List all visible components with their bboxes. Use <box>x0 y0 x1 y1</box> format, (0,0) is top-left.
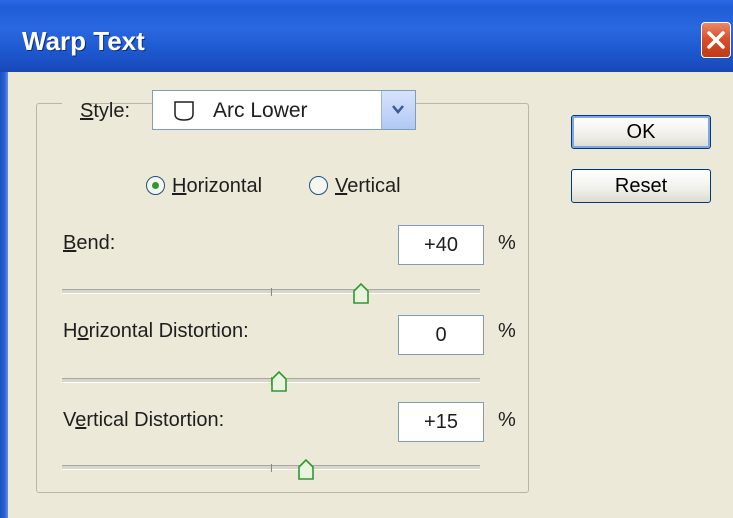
style-dropdown[interactable]: Arc Lower <box>152 90 416 130</box>
horizontal-radio-label: Horizontal <box>172 175 263 197</box>
bend-slider[interactable] <box>62 288 480 296</box>
ok-button[interactable]: OK <box>571 115 711 149</box>
close-button[interactable] <box>701 22 731 58</box>
vertical-radio-label: Vertical <box>335 175 401 197</box>
bend-slider-thumb[interactable] <box>352 283 370 305</box>
close-icon <box>707 31 725 49</box>
bend-label: Bend: <box>63 232 116 254</box>
horizontal-distortion-slider-thumb[interactable] <box>270 371 288 393</box>
style-label: Style: <box>80 100 131 122</box>
horizontal-distortion-unit: % <box>498 320 516 342</box>
slider-center-tick <box>271 464 272 472</box>
arc-lower-shape-icon <box>174 101 194 121</box>
vertical-distortion-slider-thumb[interactable] <box>297 459 315 481</box>
horizontal-distortion-label: Horizontal Distortion: <box>63 320 249 342</box>
vertical-distortion-slider[interactable] <box>62 464 480 472</box>
horizontal-radio-circle[interactable] <box>146 176 165 195</box>
bend-input[interactable]: +40 <box>398 225 484 265</box>
dialog-title: Warp Text <box>22 26 145 56</box>
style-dropdown-value: Arc Lower <box>213 99 308 122</box>
vertical-distortion-label: Vertical Distortion: <box>63 409 225 431</box>
dropdown-arrow-button[interactable] <box>381 91 415 129</box>
horizontal-distortion-input[interactable]: 0 <box>398 315 484 355</box>
vertical-distortion-unit: % <box>498 409 516 431</box>
bend-unit: % <box>498 232 516 254</box>
title-bar: Warp Text <box>0 0 733 72</box>
window-frame-edge <box>0 72 8 518</box>
style-row: Style: Arc Lower <box>62 86 416 136</box>
slider-center-tick <box>271 288 272 296</box>
radio-selected-dot <box>152 182 159 189</box>
chevron-down-icon <box>392 105 404 114</box>
vertical-distortion-input[interactable]: +15 <box>398 402 484 442</box>
reset-button[interactable]: Reset <box>571 169 711 203</box>
vertical-radio-circle[interactable] <box>309 176 328 195</box>
